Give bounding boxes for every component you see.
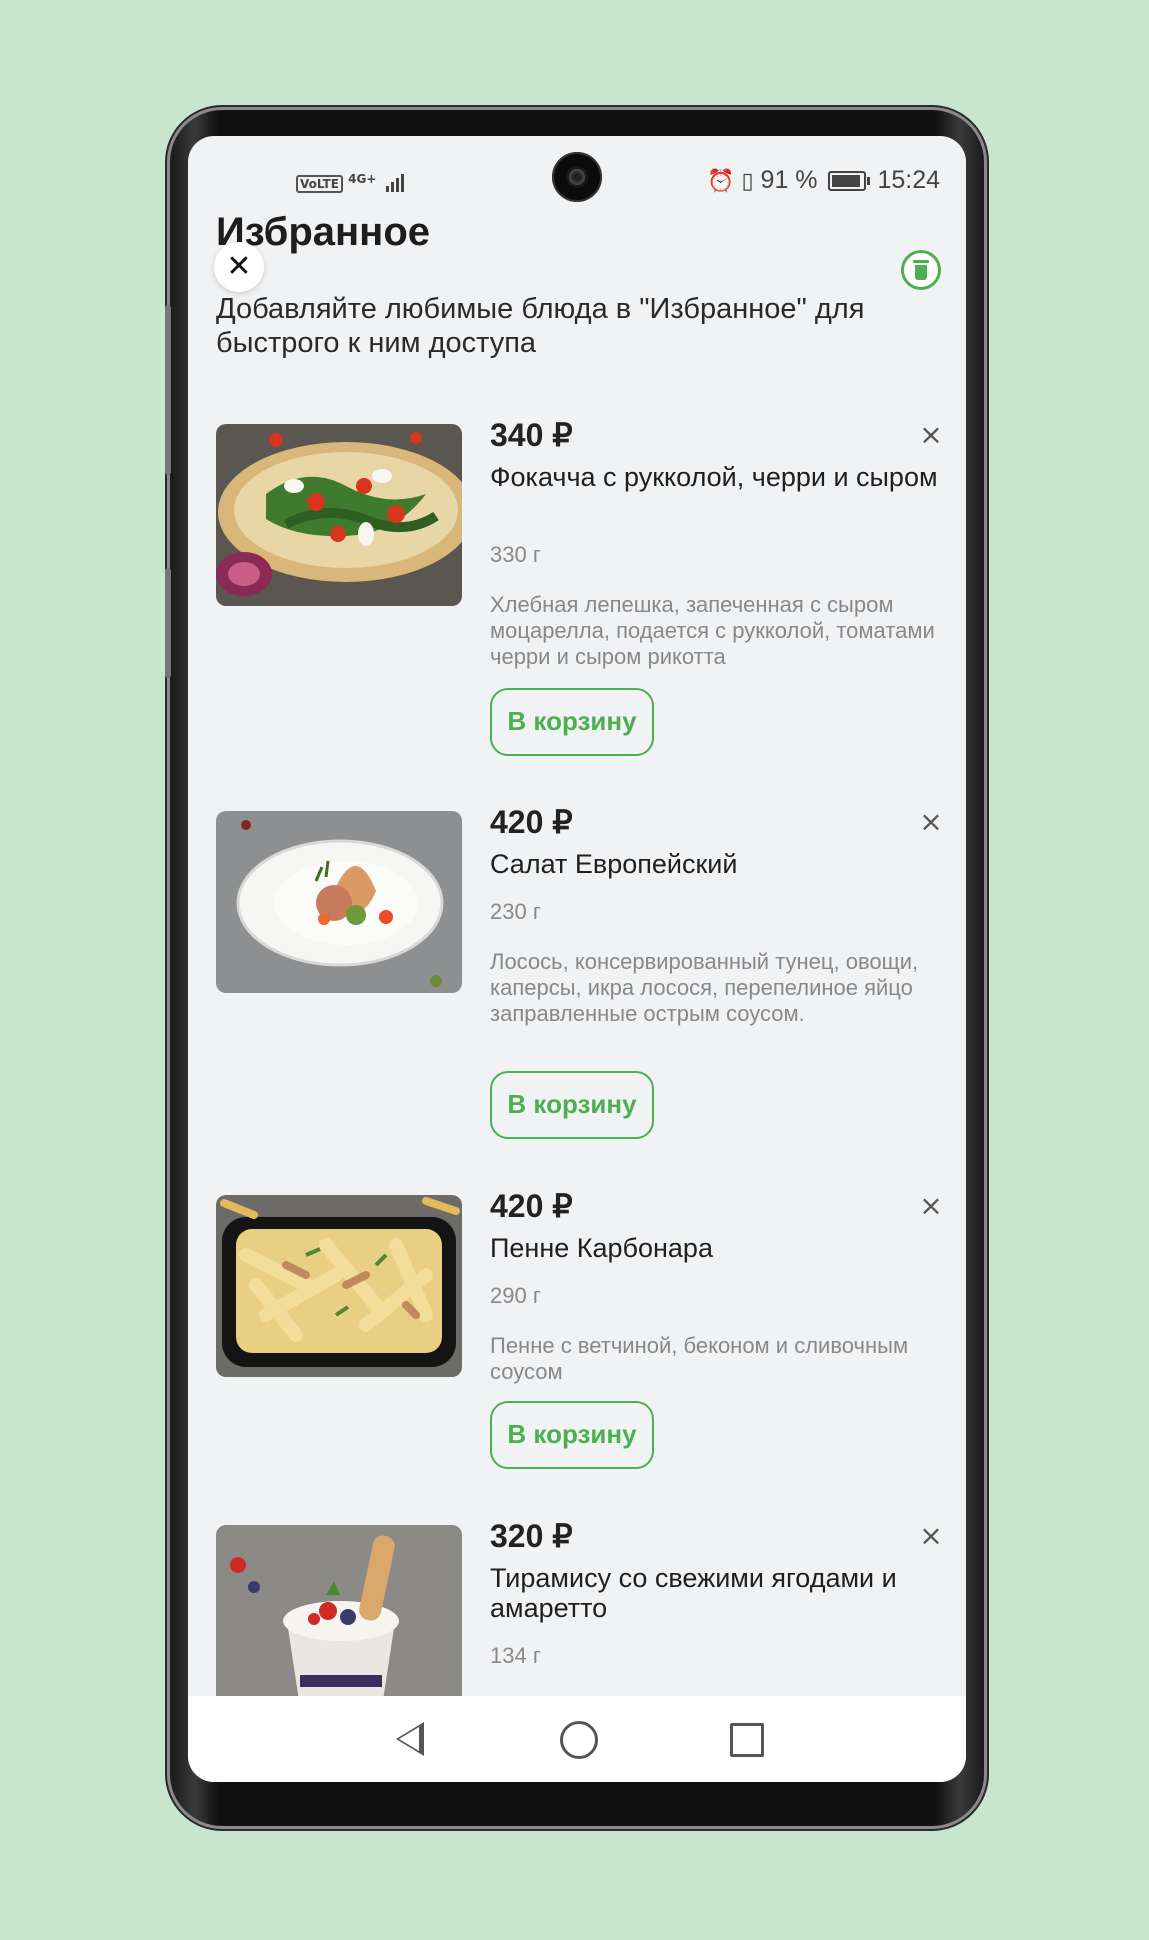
item-weight: 290 г (490, 1283, 541, 1308)
recent-apps-icon[interactable] (730, 1723, 764, 1757)
clock: 15:24 (877, 166, 940, 194)
item-price: 340 ₽ (490, 417, 573, 453)
item-description: Лосось, консервированный тунец, овощи, к… (490, 949, 919, 1026)
close-icon: × (919, 418, 943, 451)
status-bar: VoLTE 4G+ ⏰ ▯ 91 % 15:24 (188, 136, 966, 206)
remove-item-button[interactable]: × (916, 418, 946, 451)
item-description: Хлебная лепешка, запеченная с сыром моца… (490, 592, 935, 669)
battery-icon (828, 171, 871, 192)
close-icon: × (919, 1189, 943, 1222)
vibrate-icon: ▯ (741, 168, 754, 193)
volte-label: VoLTE (296, 175, 343, 193)
volume-button (165, 305, 171, 475)
dish-image[interactable] (216, 424, 462, 606)
item-weight: 230 г (490, 899, 541, 924)
back-icon[interactable] (396, 1722, 424, 1756)
dish-image[interactable] (216, 1525, 462, 1707)
network-indicators: VoLTE 4G+ (296, 172, 404, 193)
screen: VoLTE 4G+ ⏰ ▯ 91 % 15:24 Избранное ✕ Доб… (188, 136, 966, 1782)
dish-image[interactable] (216, 1195, 462, 1377)
signal-icon (385, 172, 404, 192)
close-icon: ✕ (226, 249, 252, 284)
phone-frame: VoLTE 4G+ ⏰ ▯ 91 % 15:24 Избранное ✕ Доб… (165, 110, 984, 1826)
item-name: Фокачча с рукколой, черри и сыром (490, 462, 938, 492)
power-button (165, 568, 171, 678)
close-icon: × (919, 805, 943, 838)
add-to-cart-button[interactable]: В корзину (490, 1401, 654, 1469)
front-camera (552, 152, 602, 202)
item-price: 420 ₽ (490, 804, 573, 840)
item-price: 320 ₽ (490, 1518, 573, 1554)
item-weight: 134 г (490, 1643, 541, 1668)
battery-percent: 91 % (760, 166, 818, 194)
add-to-cart-button[interactable]: В корзину (490, 1071, 654, 1139)
alarm-icon: ⏰ (707, 168, 735, 193)
remove-item-button[interactable]: × (916, 805, 946, 838)
item-name: Салат Европейский (490, 849, 738, 879)
item-weight: 330 г (490, 542, 541, 567)
close-button[interactable]: ✕ (214, 242, 264, 292)
system-navigation-bar (188, 1696, 966, 1782)
remove-item-button[interactable]: × (916, 1189, 946, 1222)
dish-image[interactable] (216, 811, 462, 993)
item-price: 420 ₽ (490, 1188, 573, 1224)
item-name: Тирамису со свежими ягодами и амаретто (490, 1563, 897, 1623)
close-icon: × (919, 1519, 943, 1552)
home-icon[interactable] (560, 1721, 598, 1759)
mobile-data-label: 4G+ (348, 172, 377, 186)
item-name: Пенне Карбонара (490, 1233, 713, 1263)
add-to-cart-button[interactable]: В корзину (490, 688, 654, 756)
delete-all-button[interactable] (901, 250, 941, 290)
status-right: ⏰ ▯ 91 % 15:24 (707, 166, 940, 195)
item-description: Пенне с ветчиной, беконом и сливочным со… (490, 1333, 909, 1384)
remove-item-button[interactable]: × (916, 1519, 946, 1552)
page-subtitle: Добавляйте любимые блюда в "Избранное" д… (216, 293, 865, 359)
